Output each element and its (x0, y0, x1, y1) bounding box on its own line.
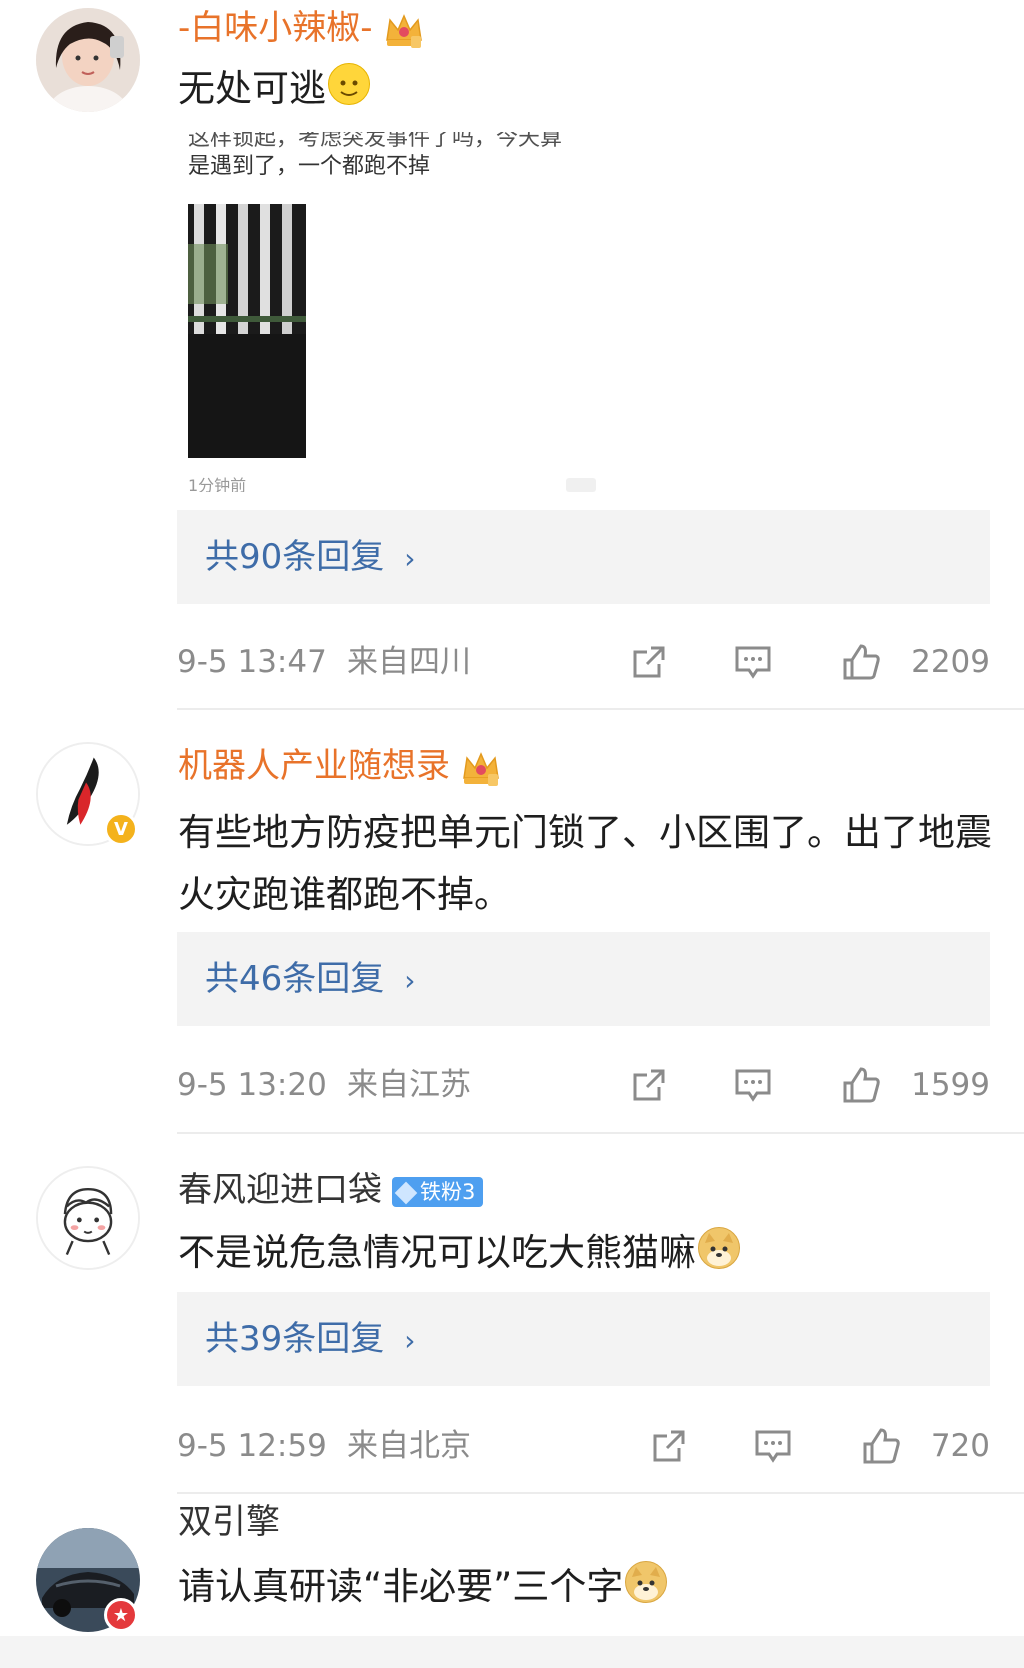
divider (177, 1492, 1024, 1494)
timestamp: 9-5 13:47 (177, 644, 327, 680)
username[interactable]: -白味小辣椒- (178, 6, 425, 50)
embedded-photo[interactable] (188, 204, 306, 458)
fan-badge: 铁粉3 (392, 1176, 484, 1207)
embedded-partial-line: 这样锁起，考虑突发事件了吗，今天算 (188, 132, 563, 151)
like-count: 720 (930, 1428, 990, 1464)
share-icon[interactable] (649, 1426, 689, 1466)
embedded-timestamp: 1分钟前 (188, 476, 247, 492)
thumbs-up-icon[interactable] (861, 1426, 901, 1466)
timestamp: 9-5 12:59 (177, 1428, 327, 1464)
timestamp: 9-5 13:20 (177, 1067, 327, 1103)
embedded-text-line: 是遇到了，一个都跑不掉 (188, 154, 431, 179)
vip-crown-icon (463, 751, 499, 786)
replies-link[interactable]: 共39条回复 › (177, 1292, 990, 1386)
comment-icon[interactable] (733, 642, 773, 682)
location: 来自北京 (347, 1428, 471, 1464)
replies-link[interactable]: 共46条回复 › (177, 932, 990, 1026)
verified-v-icon: V (104, 812, 138, 846)
avatar[interactable] (36, 8, 140, 112)
comment-meta: 9-5 13:47 来自四川 2209 (177, 634, 990, 690)
diamond-icon (394, 1181, 418, 1204)
comment-icon[interactable] (733, 1065, 773, 1105)
vip-crown-icon (385, 13, 422, 48)
thumbs-up-icon[interactable] (841, 1065, 881, 1105)
location: 来自江苏 (347, 1067, 471, 1103)
share-icon[interactable] (629, 642, 669, 682)
bottom-bar (0, 1636, 1024, 1668)
share-icon[interactable] (629, 1065, 669, 1105)
smile-emoji-icon (328, 63, 370, 105)
divider (177, 708, 1024, 710)
username[interactable]: 双引擎 (178, 1500, 280, 1544)
doge-emoji-icon (698, 1227, 740, 1269)
replies-link[interactable]: 共90条回复 › (177, 510, 990, 604)
embedded-screenshot[interactable]: 这样锁起，考虑突发事件了吗，今天算 是遇到了，一个都跑不掉 1分钟前 (178, 132, 618, 492)
more-icon (566, 478, 596, 492)
location: 来自四川 (347, 644, 471, 680)
username[interactable]: 春风迎进口袋 铁粉3 (178, 1168, 484, 1212)
comment-text: 无处可逃 (178, 58, 998, 120)
username[interactable]: 机器人产业随想录 (178, 744, 502, 788)
comment-meta: 9-5 13:20 来自江苏 1599 (177, 1057, 990, 1113)
like-count: 1599 (911, 1067, 990, 1103)
chevron-right-icon: › (404, 542, 416, 575)
verified-star-icon: ★ (104, 1598, 138, 1632)
avatar[interactable] (36, 1166, 140, 1270)
comment-text: 请认真研读“非必要”三个字 (178, 1556, 998, 1618)
comment-text: 不是说危急情况可以吃大熊猫嘛 (178, 1222, 998, 1284)
doge-emoji-icon (625, 1561, 668, 1603)
comment-icon[interactable] (753, 1426, 793, 1466)
comment-text: 有些地方防疫把单元门锁了、小区围了。出了地震火灾跑谁都跑不掉。 (178, 811, 992, 916)
chevron-right-icon: › (404, 964, 416, 997)
comment-meta: 9-5 12:59 来自北京 720 (177, 1418, 990, 1474)
thumbs-up-icon[interactable] (841, 642, 881, 682)
like-count: 2209 (911, 644, 990, 680)
chevron-right-icon: › (404, 1324, 416, 1357)
divider (177, 1132, 1024, 1134)
